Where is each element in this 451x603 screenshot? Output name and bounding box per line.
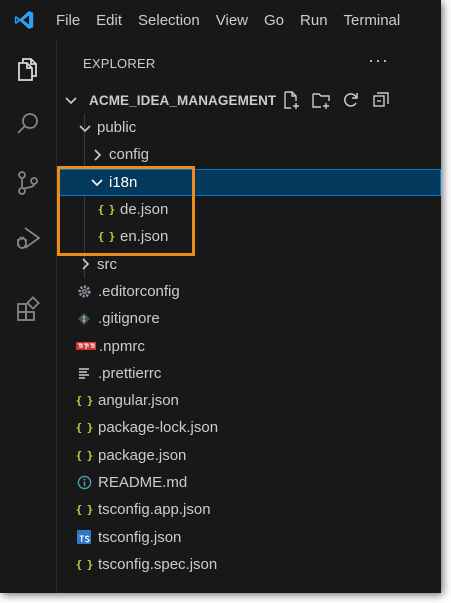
menu-selection[interactable]: Selection [130, 0, 208, 40]
tree-file-editorconfig[interactable]: .editorconfig [57, 278, 441, 305]
refresh-icon[interactable] [340, 90, 362, 110]
tree-label: tsconfig.app.json [98, 501, 211, 519]
source-control-activity-button[interactable] [8, 165, 48, 205]
tree-folder-config[interactable]: config [57, 141, 441, 168]
tree-file-prettierrc[interactable]: .prettierrc [57, 360, 441, 387]
search-activity-button[interactable] [8, 106, 48, 146]
chevron-right-icon [89, 147, 105, 163]
tree-file-readme[interactable]: README.md [57, 469, 441, 496]
menu-terminal[interactable]: Terminal [336, 0, 409, 40]
npm-icon [75, 337, 97, 355]
tree-folder-i18n[interactable]: i18n [57, 168, 441, 196]
menu-go[interactable]: Go [256, 0, 292, 40]
activity-bar [0, 40, 57, 593]
tree-folder-src[interactable]: src [57, 250, 441, 277]
tree-label: angular.json [98, 392, 179, 410]
tree-file-gitignore[interactable]: .gitignore [57, 305, 441, 332]
menu-bar: File Edit Selection View Go Run Terminal [0, 0, 441, 40]
git-icon [75, 310, 93, 328]
json-file-icon: { } [97, 203, 116, 217]
json-file-icon: { } [75, 394, 94, 408]
json-file-icon: { } [75, 503, 94, 517]
gear-icon [75, 282, 93, 300]
chevron-right-icon [77, 256, 93, 272]
json-file-icon: { } [97, 230, 116, 244]
tree-label: .editorconfig [98, 282, 180, 300]
json-file-icon: { } [75, 448, 94, 462]
chevron-down-icon [77, 120, 93, 136]
explorer-sidebar: EXPLORER ··· ACME_IDEA_MANAGEMENT public… [57, 40, 441, 593]
tree-file-package-json[interactable]: { } package.json [57, 442, 441, 469]
extensions-icon [14, 295, 42, 329]
extensions-activity-button[interactable] [8, 292, 48, 332]
menu-file[interactable]: File [48, 0, 88, 40]
explorer-title: EXPLORER [83, 55, 156, 71]
chevron-down-icon [63, 92, 79, 108]
tree-label: i18n [109, 173, 138, 191]
more-actions-button[interactable]: ··· [368, 50, 389, 71]
tree-label: .npmrc [99, 337, 145, 355]
tree-file-package-lock-json[interactable]: { } package-lock.json [57, 414, 441, 441]
tree-label: en.json [120, 228, 169, 246]
tree-file-angular-json[interactable]: { } angular.json [57, 387, 441, 414]
tree-label: .prettierrc [98, 364, 162, 382]
files-icon [14, 55, 42, 88]
menu-view[interactable]: View [208, 0, 256, 40]
typescript-icon [75, 528, 93, 546]
workspace-root-row[interactable]: ACME_IDEA_MANAGEMENT [57, 86, 441, 114]
vscode-window: File Edit Selection View Go Run Terminal [0, 0, 441, 593]
tree-file-tsconfig-spec-json[interactable]: { } tsconfig.spec.json [57, 551, 441, 578]
run-debug-activity-button[interactable] [8, 220, 48, 260]
tree-label: de.json [120, 201, 169, 219]
tree-file-tsconfig-json[interactable]: tsconfig.json [57, 523, 441, 550]
json-file-icon: { } [75, 557, 94, 571]
tree-label: .gitignore [98, 310, 160, 328]
tree-label: package-lock.json [98, 419, 219, 437]
workspace-root-label: ACME_IDEA_MANAGEMENT [89, 92, 277, 108]
file-tree: public config i18n { } de.json { } en.js… [57, 114, 441, 578]
run-debug-icon [14, 224, 42, 257]
tree-file-npmrc[interactable]: .npmrc [57, 332, 441, 359]
tree-label: package.json [98, 446, 187, 464]
source-control-icon [14, 169, 42, 202]
vscode-logo-icon [0, 0, 48, 40]
menu-edit[interactable]: Edit [88, 0, 130, 40]
tree-label: tsconfig.json [98, 528, 182, 546]
tree-label: public [97, 119, 137, 137]
info-icon [75, 474, 93, 492]
tree-label: README.md [98, 474, 188, 491]
chevron-down-icon [89, 174, 105, 190]
explorer-activity-button[interactable] [8, 51, 48, 91]
tree-label: tsconfig.spec.json [98, 555, 218, 573]
search-icon [14, 110, 42, 143]
tree-file-en-json[interactable]: { } en.json [57, 223, 441, 250]
tree-file-tsconfig-app-json[interactable]: { } tsconfig.app.json [57, 496, 441, 523]
explorer-header: EXPLORER ··· [57, 40, 441, 86]
menu-run[interactable]: Run [292, 0, 336, 40]
tree-label: config [109, 146, 150, 164]
tree-file-de-json[interactable]: { } de.json [57, 196, 441, 223]
new-file-icon[interactable] [280, 90, 302, 110]
tree-folder-public[interactable]: public [57, 114, 441, 141]
new-folder-icon[interactable] [310, 90, 332, 110]
collapse-all-icon[interactable] [370, 90, 392, 110]
lines-icon [75, 364, 93, 382]
tree-label: src [97, 255, 117, 273]
json-file-icon: { } [75, 421, 94, 435]
